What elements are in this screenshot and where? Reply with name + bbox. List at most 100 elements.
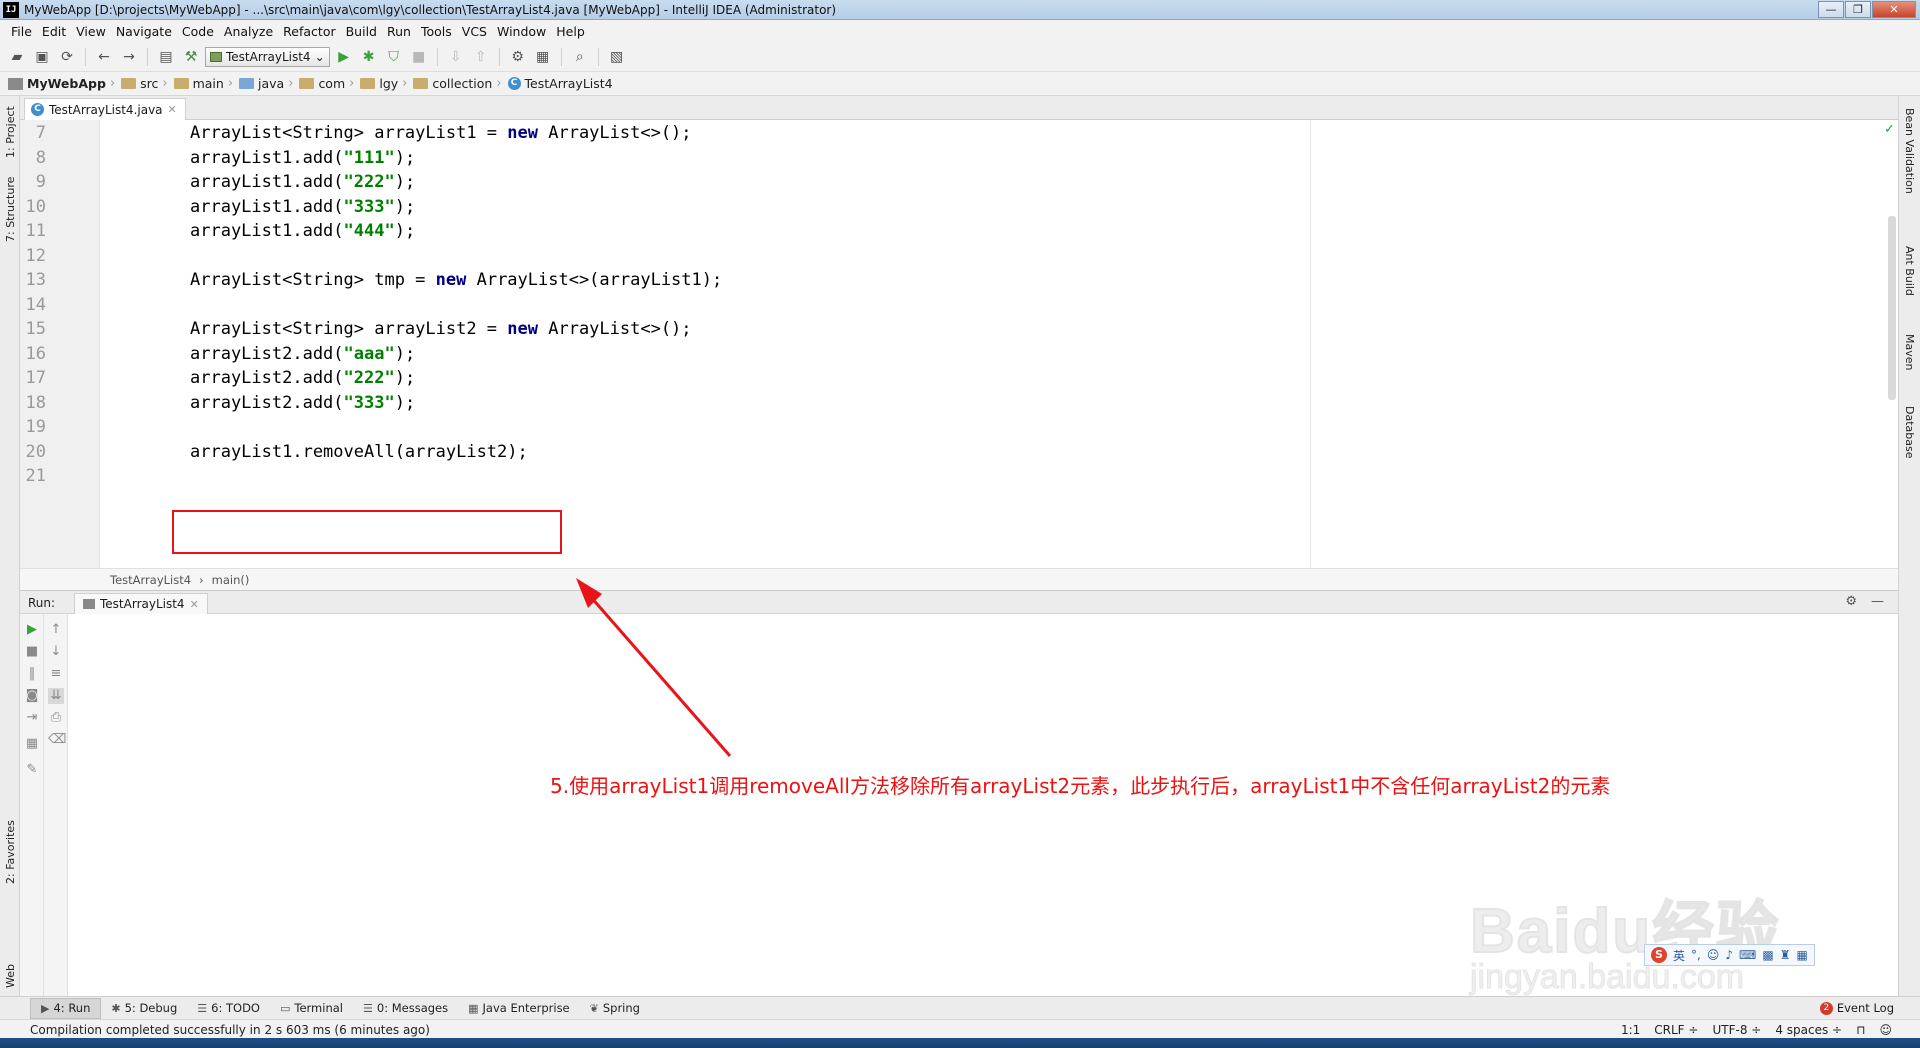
bottom-tab-4-run[interactable]: ▶ 4: Run [30,997,102,1019]
open-folder-icon[interactable]: ▰ [6,46,28,68]
run-tab-label: TestArrayList4 [100,597,185,611]
menu-help[interactable]: Help [551,24,590,39]
menu-edit[interactable]: Edit [37,24,71,39]
breadcrumb-main[interactable]: main [173,76,224,91]
menu-analyze[interactable]: Analyze [219,24,278,39]
close-button[interactable]: ✕ [1872,1,1916,18]
breadcrumb-com[interactable]: com [299,76,345,91]
tool-tab-icon: ☰ [197,1001,208,1015]
sync-icon[interactable]: ⟳ [56,46,78,68]
skin-shirt-icon[interactable]: ♜ [1780,948,1791,962]
build-hammer-icon[interactable]: ⚒ [180,46,202,68]
pause-icon[interactable]: ‖ [24,666,40,682]
exit-icon[interactable]: ⇥ [24,710,40,726]
pin-icon[interactable]: ✎ [24,762,40,778]
emoji-icon[interactable]: ☺ [1707,948,1720,962]
minimize-button[interactable]: — [1818,1,1844,18]
tool-tab-ant-build[interactable]: Ant Build [1903,246,1916,296]
project-structure-icon[interactable]: ▤ [155,46,177,68]
menu-code[interactable]: Code [177,24,219,39]
forward-arrow-icon[interactable]: → [118,46,140,68]
run-tab-testarraylist4[interactable]: TestArrayList4 ✕ [74,593,208,614]
indent-select[interactable]: 4 spaces ÷ [1775,1023,1842,1037]
event-log-button[interactable]: 2 Event Log [1819,1001,1894,1015]
menu-build[interactable]: Build [341,24,382,39]
menu-tools[interactable]: Tools [416,24,457,39]
method-breadcrumb-method[interactable]: main() [212,573,250,587]
settings-wrench-icon[interactable]: ⚙ [507,46,529,68]
layout-icon[interactable]: ▦ [24,736,40,752]
caret-position[interactable]: 1:1 [1621,1023,1640,1037]
sdk-manager-icon[interactable]: ▧ [606,46,628,68]
bottom-tab-0-messages[interactable]: ☰ 0: Messages [353,998,458,1019]
menu-refactor[interactable]: Refactor [278,24,340,39]
tool-tab-web[interactable]: Web [4,964,17,988]
menu-file[interactable]: File [6,24,37,39]
ime-language[interactable]: 英 [1673,947,1685,964]
hide-panel-icon[interactable]: — [1871,594,1884,609]
project-structure-dialog-icon[interactable]: ▦ [532,46,554,68]
search-icon[interactable]: ⌕ [569,46,591,68]
tool-tab-maven[interactable]: Maven [1903,334,1916,370]
vcs-commit-icon[interactable]: ⇧ [470,46,492,68]
breadcrumb-project[interactable]: MyWebApp [8,76,106,91]
rerun-icon[interactable]: ▶ [24,622,40,638]
debug-icon[interactable]: ✱ [358,46,380,68]
camera-dump-icon[interactable]: ◙ [24,688,40,704]
breadcrumb-lgy[interactable]: lgy [360,76,398,91]
menu-run[interactable]: Run [382,24,416,39]
scroll-down-icon[interactable]: ↓ [48,644,64,660]
gear-icon[interactable]: ⚙ [1845,594,1857,609]
left-tool-strip: 1: Project 7: Structure 2: Favorites Web [0,96,20,996]
tool-tab-bean-validation[interactable]: Bean Validation [1903,108,1916,194]
tool-tab-project[interactable]: 1: Project [4,106,17,158]
back-arrow-icon[interactable]: ← [93,46,115,68]
bottom-tab-java-enterprise[interactable]: ▦ Java Enterprise [458,998,580,1019]
restore-button[interactable]: ❐ [1845,1,1871,18]
breadcrumb-java[interactable]: java [239,76,284,91]
run-configuration-select[interactable]: TestArrayList4 ⌄ [205,46,330,67]
close-tab-icon[interactable]: ✕ [190,598,199,611]
run-icon[interactable]: ▶ [333,46,355,68]
bottom-tab-5-debug[interactable]: ✱ 5: Debug [101,998,187,1019]
bottom-tab-6-todo[interactable]: ☰ 6: TODO [187,998,270,1019]
soft-wrap-icon[interactable]: ≡ [48,666,64,682]
tool-tab-database[interactable]: Database [1903,406,1916,459]
editor-tab-testarraylist4[interactable]: C TestArrayList4.java ✕ [24,98,186,120]
menu-navigate[interactable]: Navigate [111,24,177,39]
tool-tab-structure[interactable]: 7: Structure [4,177,17,242]
vcs-update-icon[interactable]: ⇩ [445,46,467,68]
method-breadcrumb-class[interactable]: TestArrayList4 [110,573,191,587]
microphone-icon[interactable]: ♪ [1725,948,1733,962]
save-icon[interactable]: ▣ [31,46,53,68]
keyboard-icon[interactable]: ⌨ [1739,948,1756,962]
vertical-scrollbar[interactable] [1888,216,1896,400]
stop-icon[interactable]: ■ [24,644,40,660]
menu-window[interactable]: Window [492,24,551,39]
breadcrumb-src[interactable]: src [121,76,158,91]
ime-toolbar[interactable]: S 英 °, ☺ ♪ ⌨ ▩ ♜ ▦ [1644,944,1815,966]
encoding-select[interactable]: UTF-8 ÷ [1712,1023,1761,1037]
scroll-up-icon[interactable]: ↑ [48,622,64,638]
tool-tab-favorites[interactable]: 2: Favorites [4,820,17,884]
breadcrumb-collection[interactable]: collection [413,76,492,91]
bottom-tab-terminal[interactable]: ▭ Terminal [270,998,353,1019]
run-with-coverage-icon[interactable]: ⛉ [383,46,405,68]
trash-icon[interactable]: ⌫ [48,732,66,748]
breadcrumb-class[interactable]: C TestArrayList4 [507,76,613,91]
scroll-to-end-icon[interactable]: ⇊ [48,688,64,704]
lock-icon[interactable]: ⊓ [1856,1023,1865,1037]
print-icon[interactable]: ⎙ [48,710,64,726]
bottom-tab-spring[interactable]: ❦ Spring [580,998,650,1019]
grid-menu-icon[interactable]: ▦ [1796,948,1807,962]
inspector-icon[interactable]: ☺ [1879,1023,1892,1037]
toolbox-icon[interactable]: ▩ [1762,948,1773,962]
stop-icon[interactable]: ■ [408,46,430,68]
code-editor[interactable]: 7 8 9 10 11 12 13 14 15 16 17 18 19 20 21 ArrayList<St… [20,120,1898,568]
line-separator-select[interactable]: CRLF ÷ [1654,1023,1698,1037]
menu-view[interactable]: View [71,24,111,39]
close-tab-icon[interactable]: ✕ [168,103,177,116]
menu-vcs[interactable]: VCS [457,24,492,39]
menu-bar: File Edit View Navigate Code Analyze Ref… [0,20,1920,42]
punctuation-icon[interactable]: °, [1691,948,1701,962]
